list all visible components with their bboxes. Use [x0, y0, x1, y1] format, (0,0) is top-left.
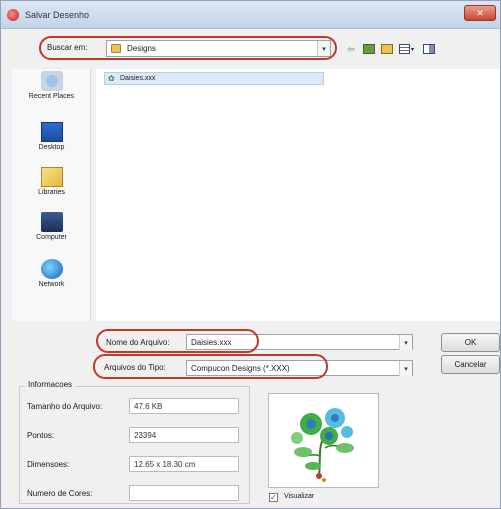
- file-type-highlight: [93, 354, 328, 379]
- computer-icon: [40, 212, 63, 232]
- chevron-down-icon[interactable]: ▾: [399, 335, 412, 350]
- file-name-highlight: [96, 329, 259, 353]
- new-folder-icon: [381, 44, 393, 54]
- up-folder-icon: [363, 44, 375, 54]
- window-title: Salvar Desenho: [25, 10, 90, 20]
- place-label: Libraries: [38, 189, 65, 196]
- file-list[interactable]: ✿ Daisies.xxx: [96, 69, 500, 321]
- place-libraries[interactable]: Libraries: [12, 167, 91, 196]
- chevron-down-icon[interactable]: ▾: [399, 361, 412, 376]
- info-value-file-size: 47.6 KB: [129, 398, 239, 414]
- app-icon: [7, 9, 19, 21]
- place-recent-places[interactable]: Recent Places: [12, 71, 91, 100]
- design-file-icon: ✿: [108, 74, 115, 83]
- details-icon: [423, 44, 435, 54]
- embroidery-preview-image: [291, 408, 354, 482]
- info-value-dimensions: 12.65 x 18.30 cm: [129, 456, 239, 472]
- close-button[interactable]: ✕: [464, 5, 496, 21]
- desktop-icon: [40, 122, 63, 142]
- preview-checkbox-label: Visualizar: [284, 493, 315, 500]
- place-label: Computer: [36, 234, 67, 241]
- info-label-dimensions: Dimensoes:: [27, 460, 70, 469]
- back-arrow-icon[interactable]: ⇦: [346, 43, 356, 55]
- place-desktop[interactable]: Desktop: [12, 122, 91, 151]
- place-label: Recent Places: [28, 93, 75, 100]
- chevron-down-icon: ▾: [411, 46, 415, 53]
- title-bar: Salvar Desenho ✕: [1, 1, 500, 29]
- network-icon: [40, 259, 63, 279]
- cancel-button[interactable]: Cancelar: [441, 355, 500, 374]
- file-item[interactable]: ✿ Daisies.xxx: [104, 72, 324, 85]
- recent-places-icon: [40, 71, 63, 91]
- up-folder-button[interactable]: [362, 43, 376, 55]
- file-name: Daisies.xxx: [120, 75, 156, 82]
- view-menu-button[interactable]: ▾: [399, 43, 419, 55]
- places-bar: Recent Places Desktop Libraries Computer…: [12, 69, 91, 321]
- new-folder-button[interactable]: [380, 43, 394, 55]
- info-title: Informacoes: [25, 380, 76, 389]
- info-label-file-size: Tamanho do Arquivo:: [27, 402, 103, 411]
- place-computer[interactable]: Computer: [12, 212, 91, 241]
- preview-frame: [268, 393, 379, 488]
- info-label-stitches: Pontos:: [27, 431, 55, 440]
- look-in-highlight: [39, 36, 337, 60]
- place-label: Desktop: [38, 144, 65, 151]
- place-label: Network: [38, 281, 65, 288]
- view-list-icon: [399, 44, 410, 54]
- details-button[interactable]: [422, 43, 436, 55]
- info-value-stitches: 23394: [129, 427, 239, 443]
- place-network[interactable]: Network: [12, 259, 91, 288]
- libraries-icon: [40, 167, 63, 187]
- info-value-color-count: [129, 485, 239, 501]
- save-dialog: Salvar Desenho ✕ Buscar em: Designs ▾ ⇦ …: [0, 0, 501, 509]
- preview-checkbox[interactable]: ✓: [269, 493, 278, 502]
- info-label-color-count: Numero de Cores:: [27, 489, 93, 498]
- ok-button[interactable]: OK: [441, 333, 500, 352]
